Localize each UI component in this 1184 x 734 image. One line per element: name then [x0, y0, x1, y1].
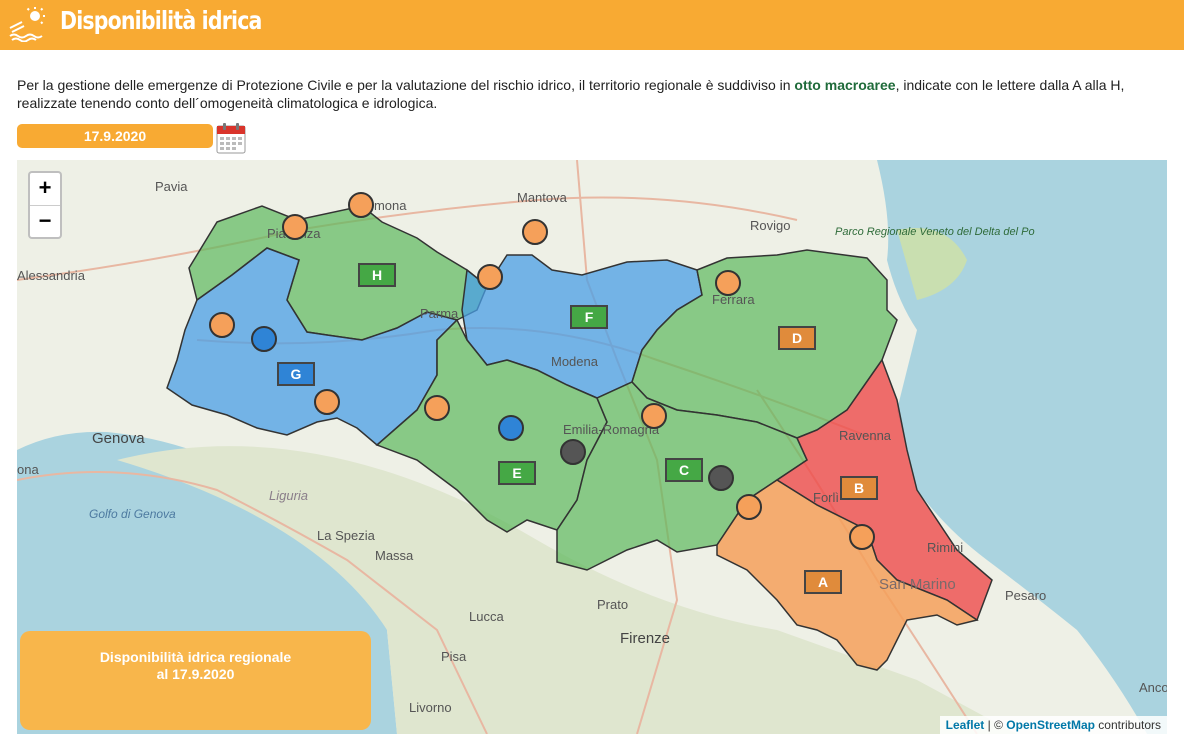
zone-label-c[interactable]: C — [665, 458, 703, 482]
attribution-suffix: contributors — [1094, 718, 1161, 732]
station-marker[interactable] — [641, 403, 667, 429]
station-marker[interactable] — [708, 465, 734, 491]
panel-title: Disponibilità idrica regionale — [99, 649, 292, 665]
osm-link[interactable]: OpenStreetMap — [1006, 718, 1095, 732]
city-label: Pisa — [441, 649, 467, 664]
city-label: Pesaro — [1005, 588, 1047, 603]
date-display[interactable]: 17.9.2020 — [17, 124, 213, 148]
station-marker[interactable] — [560, 439, 586, 465]
zoom-out-button[interactable]: − — [30, 205, 60, 237]
zoom-control: + − — [28, 171, 62, 239]
zone-label-a[interactable]: A — [804, 570, 842, 594]
intro-highlight: otto macroaree — [794, 77, 896, 93]
city-label: Genova — [92, 430, 145, 447]
station-marker[interactable] — [477, 264, 503, 290]
page-title: Disponibilità idrica — [60, 6, 262, 35]
city-label: ona — [17, 462, 39, 477]
station-marker[interactable] — [849, 524, 875, 550]
city-label: San Marino — [879, 576, 956, 593]
zone-label-f[interactable]: F — [570, 305, 608, 329]
city-label: Livorno — [409, 700, 452, 715]
panel-date: al 17.9.2020 — [156, 666, 235, 682]
zone-label-d[interactable]: D — [778, 326, 816, 350]
station-marker[interactable] — [314, 389, 340, 415]
park-label: Parco Regionale Veneto del Delta del Po — [835, 226, 1035, 238]
city-label: Modena — [551, 354, 598, 369]
info-panel: Disponibilità idrica regionale al 17.9.2… — [20, 631, 371, 730]
city-label: Forlì — [813, 490, 839, 505]
station-marker[interactable] — [209, 312, 235, 338]
zone-label-h[interactable]: H — [358, 263, 396, 287]
attribution-separator: | © — [984, 718, 1007, 732]
city-label: Parma — [420, 306, 459, 321]
city-label: Firenze — [620, 630, 671, 647]
zone-label-b[interactable]: B — [840, 476, 878, 500]
region-label: Liguria — [269, 488, 309, 503]
city-label: Lucca — [469, 609, 504, 624]
calendar-icon[interactable] — [216, 122, 246, 154]
city-label: Mantova — [517, 190, 567, 205]
zone-label-e[interactable]: E — [498, 461, 536, 485]
station-marker[interactable] — [424, 395, 450, 421]
city-label: Pavia — [155, 179, 188, 194]
station-marker[interactable] — [736, 494, 762, 520]
intro-text: Per la gestione delle emergenze di Prote… — [17, 76, 1167, 112]
city-label: Rovigo — [750, 218, 791, 233]
station-marker[interactable] — [715, 270, 741, 296]
map-attribution: Leaflet | © OpenStreetMap contributors — [939, 716, 1167, 734]
city-label: La Spezia — [317, 528, 375, 543]
station-marker[interactable] — [282, 214, 308, 240]
station-marker[interactable] — [251, 326, 277, 352]
city-label: Prato — [597, 597, 629, 612]
city-label: Rimini — [927, 540, 964, 555]
station-marker[interactable] — [348, 192, 374, 218]
map-container[interactable]: Pavia Cremona Mantova Rovigo Piacenza Al… — [17, 160, 1167, 734]
water-label: Golfo di Genova — [89, 507, 176, 521]
city-label: Ravenna — [839, 428, 892, 443]
city-label: Anco — [1139, 680, 1167, 695]
city-label: Alessandria — [17, 268, 85, 283]
app-header: Disponibilità idrica — [0, 0, 1184, 50]
zone-label-g[interactable]: G — [277, 362, 315, 386]
water-sun-logo-icon — [9, 7, 45, 42]
leaflet-link[interactable]: Leaflet — [946, 718, 985, 732]
station-marker[interactable] — [522, 219, 548, 245]
zoom-in-button[interactable]: + — [30, 173, 60, 205]
station-marker[interactable] — [498, 415, 524, 441]
city-label: Massa — [375, 548, 414, 563]
intro-text-part: Per la gestione delle emergenze di Prote… — [17, 77, 795, 93]
